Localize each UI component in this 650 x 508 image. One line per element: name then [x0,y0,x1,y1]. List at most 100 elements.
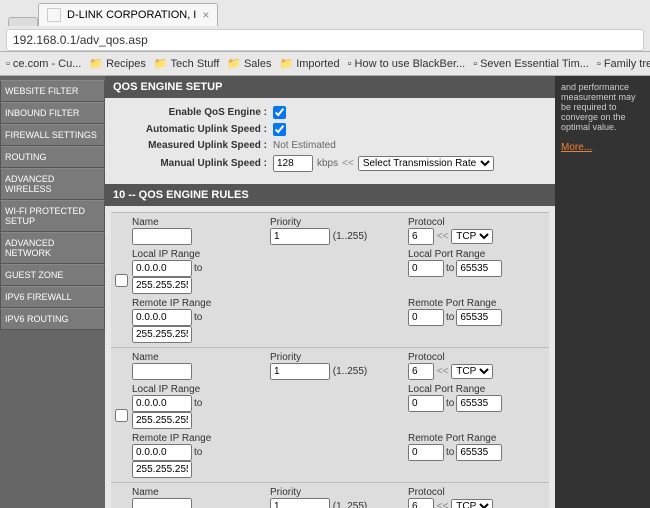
bookmark-label: Seven Essential Tim... [480,58,589,70]
bookmarks-bar: ▫ce.com - Cu...📁Recipes📁Tech Stuff📁Sales… [0,52,650,76]
protocol-label: Protocol [408,487,548,498]
priority-label: Priority [270,487,400,498]
rules-list: Name Priority (1..255) Protocol << TCP Loca… [105,206,555,508]
local-ip-hi-input[interactable] [132,412,192,429]
local-port-lo-input[interactable] [408,395,444,412]
name-input[interactable] [132,228,192,245]
bookmark-item[interactable]: 📁Recipes [89,57,145,70]
qos-setup: Enable QoS Engine : Automatic Uplink Spe… [105,98,555,184]
ll-icon: << [437,231,449,242]
priority-label: Priority [270,217,400,228]
enable-label: Enable QoS Engine : [113,107,273,118]
sidebar-item[interactable]: ROUTING [0,146,105,168]
priority-hint: (1..255) [333,231,367,242]
name-input[interactable] [132,498,192,508]
unit-label: kbps [317,158,338,169]
sidebar-item[interactable]: INBOUND FILTER [0,102,105,124]
local-ip-lo-input[interactable] [132,260,192,277]
name-input[interactable] [132,363,192,380]
name-label: Name [132,352,262,363]
local-port-hi-input[interactable] [456,260,502,277]
page-icon: ▫ [473,58,477,70]
priority-input[interactable] [270,363,330,380]
remote-port-hi-input[interactable] [456,309,502,326]
folder-icon: 📁 [89,57,103,70]
sidebar-item[interactable]: IPV6 FIREWALL [0,286,105,308]
remote-ip-lo-input[interactable] [132,309,192,326]
ll-icon: << [437,366,449,377]
rules-header: 10 -- QOS ENGINE RULES [105,184,555,206]
remote-port-lo-input[interactable] [408,444,444,461]
rule-enable-checkbox[interactable] [115,409,128,422]
rule-row: NamePriority (1..255)Protocol << TCPLoca… [111,212,549,347]
bookmark-item[interactable]: 📁Tech Stuff [154,57,219,70]
remote-port-label: Remote Port Range [408,433,548,444]
remote-ip-hi-input[interactable] [132,461,192,478]
manual-label: Manual Uplink Speed : [113,158,273,169]
bookmark-item[interactable]: 📁Imported [279,57,339,70]
bookmark-label: ce.com - Cu... [13,58,81,70]
more-link[interactable]: More... [561,142,592,153]
bookmark-item[interactable]: ▫How to use BlackBer... [348,58,466,70]
remote-port-label: Remote Port Range [408,298,548,309]
protocol-select[interactable]: TCP [451,364,493,379]
remote-ip-lo-input[interactable] [132,444,192,461]
priority-input[interactable] [270,498,330,508]
help-panel: and performance measurement may be requi… [555,76,650,508]
bookmark-label: How to use BlackBer... [355,58,466,70]
sidebar-item[interactable]: WI-FI PROTECTED SETUP [0,200,105,232]
sidebar-item[interactable]: ADVANCED NETWORK [0,232,105,264]
page-icon: ▫ [597,58,601,70]
tab-active[interactable]: D-LINK CORPORATION, I × [38,3,218,26]
folder-icon: 📁 [227,57,241,70]
bookmark-item[interactable]: 📁Sales [227,57,271,70]
enable-checkbox[interactable] [273,106,286,119]
bookmark-label: Sales [244,58,272,70]
main-content: QOS ENGINE SETUP Enable QoS Engine : Aut… [105,76,555,508]
protocol-num-input[interactable] [408,498,434,508]
sidebar-item[interactable]: ADVANCED WIRELESS [0,168,105,200]
local-port-hi-input[interactable] [456,395,502,412]
sidebar-item[interactable]: WEBSITE FILTER [0,80,105,102]
local-ip-label: Local IP Range [132,384,262,395]
bookmark-item[interactable]: ▫Family tree view [597,58,650,70]
bookmark-item[interactable]: ▫ce.com - Cu... [6,58,81,70]
protocol-num-input[interactable] [408,363,434,380]
bookmark-item[interactable]: ▫Seven Essential Tim... [473,58,589,70]
sidebar-item[interactable]: IPV6 ROUTING [0,308,105,330]
measured-label: Measured Uplink Speed : [113,140,273,151]
ll-icon: << [342,158,354,169]
remote-ip-hi-input[interactable] [132,326,192,343]
bookmark-label: Recipes [106,58,146,70]
name-label: Name [132,487,262,498]
rule-enable-checkbox[interactable] [115,274,128,287]
local-ip-lo-input[interactable] [132,395,192,412]
ll-icon: << [437,501,449,508]
local-port-label: Local Port Range [408,384,548,395]
name-label: Name [132,217,262,228]
auto-label: Automatic Uplink Speed : [113,124,273,135]
auto-checkbox[interactable] [273,123,286,136]
sidebar-item[interactable]: FIREWALL SETTINGS [0,124,105,146]
priority-label: Priority [270,352,400,363]
protocol-select[interactable]: TCP [451,229,493,244]
manual-speed-input[interactable] [273,155,313,172]
browser-chrome: D-LINK CORPORATION, I × 192.168.0.1/adv_… [0,0,650,52]
protocol-select[interactable]: TCP [451,499,493,508]
close-icon[interactable]: × [202,8,209,22]
address-bar: 192.168.0.1/adv_qos.asp [0,26,650,54]
remote-port-lo-input[interactable] [408,309,444,326]
rate-select[interactable]: Select Transmission Rate [358,156,494,171]
local-ip-hi-input[interactable] [132,277,192,294]
protocol-num-input[interactable] [408,228,434,245]
sidebar-item[interactable]: GUEST ZONE [0,264,105,286]
priority-input[interactable] [270,228,330,245]
tab-title: D-LINK CORPORATION, I [67,9,196,21]
page-icon [47,8,61,22]
sidebar: WEBSITE FILTERINBOUND FILTERFIREWALL SET… [0,76,105,508]
bookmark-label: Imported [296,58,339,70]
remote-port-hi-input[interactable] [456,444,502,461]
tab-other[interactable] [8,17,38,26]
url-input[interactable]: 192.168.0.1/adv_qos.asp [6,29,644,51]
local-port-lo-input[interactable] [408,260,444,277]
